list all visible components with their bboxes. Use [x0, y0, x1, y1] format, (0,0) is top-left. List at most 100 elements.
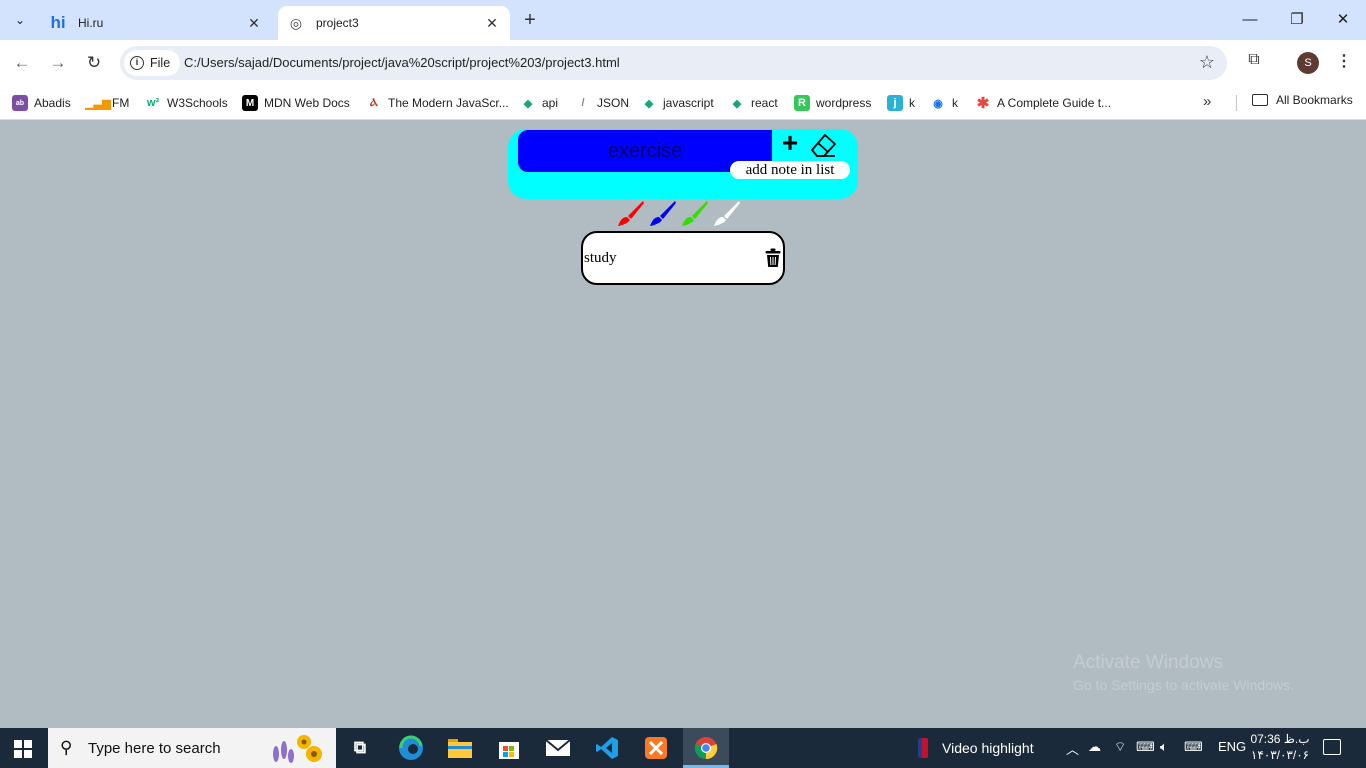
- bookmark-modern-javascript[interactable]: Ⲁ The Modern JavaScr...: [366, 93, 509, 113]
- task-view-icon[interactable]: ⧉: [346, 734, 374, 762]
- note-text: study: [584, 250, 617, 266]
- windows-start-icon[interactable]: [14, 740, 32, 758]
- reload-icon[interactable]: ↻: [82, 51, 106, 75]
- asterisk-icon: ✱: [976, 95, 990, 112]
- bookmark-label: k: [909, 96, 915, 110]
- bookmark-label: The Modern JavaScr...: [388, 96, 509, 110]
- bookmark-json[interactable]: / JSON: [575, 93, 629, 113]
- vscode-icon[interactable]: [593, 734, 621, 762]
- r-icon: R: [794, 95, 810, 111]
- bookmark-javascript[interactable]: ◆ javascript: [641, 93, 714, 113]
- input-method-icon[interactable]: ⌨: [1136, 739, 1155, 755]
- bookmark-label: W3Schools: [167, 96, 228, 110]
- brush-red-icon[interactable]: [616, 198, 646, 228]
- w3schools-icon: w³: [146, 97, 160, 109]
- chrome-icon: [694, 737, 718, 760]
- all-bookmarks-button[interactable]: All Bookmarks: [1252, 93, 1353, 107]
- volume-icon[interactable]: 🔈︎: [1160, 739, 1168, 755]
- edge-browser-icon[interactable]: [397, 734, 425, 762]
- add-note-tooltip: add note in list: [730, 161, 850, 179]
- bookmark-k-1[interactable]: j k: [887, 93, 915, 113]
- bookmark-star-icon[interactable]: ☆: [1199, 52, 1215, 73]
- back-arrow-icon[interactable]: ←: [10, 51, 34, 75]
- clock-date: ۱۴۰۳/۰۳/۰۶: [1250, 748, 1310, 762]
- site-info-chip[interactable]: i File: [124, 50, 181, 76]
- profile-avatar[interactable]: S: [1297, 52, 1319, 74]
- bookmark-label: k: [952, 96, 958, 110]
- video-highlight-label: Video highlight: [942, 740, 1034, 756]
- touch-keyboard-icon[interactable]: ⌨: [1184, 739, 1203, 755]
- activate-windows-watermark: Activate Windows Go to Settings to activ…: [1073, 652, 1294, 693]
- note-card: study: [581, 231, 785, 285]
- flowers-icon: [273, 735, 322, 763]
- bookmarks-divider: [1236, 95, 1237, 111]
- system-clock[interactable]: 07:36 ب.ظ ۱۴۰۳/۰۳/۰۶: [1248, 731, 1312, 763]
- bookmark-label: api: [542, 96, 559, 110]
- bookmark-mdn[interactable]: M MDN Web Docs: [242, 93, 350, 113]
- chrome-taskbar-button[interactable]: [683, 728, 729, 768]
- kebab-menu-icon[interactable]: ⋮: [1334, 51, 1354, 73]
- extensions-puzzle-icon[interactable]: ⧉: [1243, 51, 1265, 73]
- bookmark-label: react: [751, 96, 778, 110]
- windows-taskbar: ⚲ Type here to search ⧉ Video highlight: [0, 728, 1366, 768]
- bookmark-k-2[interactable]: ◉ k: [930, 93, 958, 113]
- minimize-icon[interactable]: —: [1238, 8, 1262, 32]
- tab-project3[interactable]: ◎ project3 ✕: [278, 6, 510, 40]
- add-note-plus-icon[interactable]: +: [778, 129, 802, 158]
- bookmark-label: MDN Web Docs: [264, 96, 350, 110]
- bookmark-abadis[interactable]: ab Abadis: [12, 93, 71, 113]
- tab-title: project3: [316, 16, 359, 30]
- xampp-icon[interactable]: [642, 734, 670, 762]
- new-tab-button[interactable]: +: [518, 9, 542, 33]
- spiral-icon: ◉: [933, 97, 943, 110]
- address-bar[interactable]: i File C:/Users/sajad/Documents/project/…: [120, 46, 1227, 80]
- bookmark-label: Abadis: [34, 96, 71, 110]
- bookmark-complete-guide[interactable]: ✱ A Complete Guide t...: [975, 93, 1111, 113]
- mdn-icon: M: [242, 95, 258, 111]
- microsoft-store-icon[interactable]: [495, 734, 523, 762]
- folder-icon: [1252, 94, 1268, 106]
- tab-strip: ⌄ hi Hi.ru ✕ ◎ project3 ✕ + — ❐ ✕: [0, 0, 1366, 40]
- notification-center-icon[interactable]: [1323, 739, 1341, 755]
- bookmark-label: javascript: [663, 96, 714, 110]
- eraser-icon[interactable]: [808, 131, 838, 159]
- globe-icon: ◎: [289, 14, 303, 31]
- bookmark-w3schools[interactable]: w³ W3Schools: [145, 93, 228, 113]
- brush-white-icon[interactable]: [712, 198, 742, 228]
- clock-time: 07:36 ب.ظ: [1250, 732, 1310, 746]
- vue-like-icon: ◆: [732, 97, 742, 110]
- url-text[interactable]: C:/Users/sajad/Documents/project/java%20…: [184, 55, 620, 70]
- language-indicator[interactable]: ENG: [1218, 739, 1246, 754]
- watermark-title: Activate Windows: [1073, 652, 1223, 673]
- close-window-icon[interactable]: ✕: [1331, 8, 1355, 32]
- close-tab-icon[interactable]: ✕: [244, 15, 264, 32]
- info-icon: i: [130, 56, 144, 70]
- video-highlight-widget[interactable]: Video highlight: [918, 738, 1034, 758]
- bookmark-fm[interactable]: ▁▃▆ FM: [85, 93, 129, 113]
- more-bookmarks-chevron-icon[interactable]: »: [1203, 93, 1211, 110]
- brush-blue-icon[interactable]: [648, 198, 678, 228]
- all-bookmarks-label: All Bookmarks: [1276, 93, 1353, 107]
- tab-search-button[interactable]: ⌄: [8, 8, 32, 32]
- trash-icon[interactable]: [765, 248, 781, 268]
- tab-hi-ru[interactable]: hi Hi.ru ✕: [40, 6, 272, 40]
- search-placeholder: Type here to search: [88, 739, 221, 757]
- close-tab-icon[interactable]: ✕: [482, 15, 502, 32]
- bookmark-react[interactable]: ◆ react: [729, 93, 778, 113]
- wifi-icon[interactable]: ⌔: [1114, 739, 1126, 755]
- search-icon: ⚲: [60, 738, 73, 757]
- bookmark-api[interactable]: ◆ api: [520, 93, 558, 113]
- show-hidden-icons-chevron-icon[interactable]: ︿: [1066, 739, 1079, 758]
- bookmark-wordpress[interactable]: R wordpress: [794, 93, 871, 113]
- json-icon: /: [581, 97, 585, 109]
- brush-green-icon[interactable]: [680, 198, 710, 228]
- hi-favicon-icon: hi: [50, 13, 66, 32]
- j-icon: j: [887, 95, 903, 111]
- forward-arrow-icon[interactable]: →: [46, 51, 70, 75]
- restore-icon[interactable]: ❐: [1285, 8, 1309, 32]
- vue-like-icon: ◆: [523, 97, 533, 110]
- onedrive-cloud-icon[interactable]: ☁: [1088, 739, 1101, 755]
- file-explorer-icon[interactable]: [446, 734, 474, 762]
- mail-icon[interactable]: [544, 734, 572, 762]
- note-input-panel: exercise + add note in list: [508, 129, 858, 199]
